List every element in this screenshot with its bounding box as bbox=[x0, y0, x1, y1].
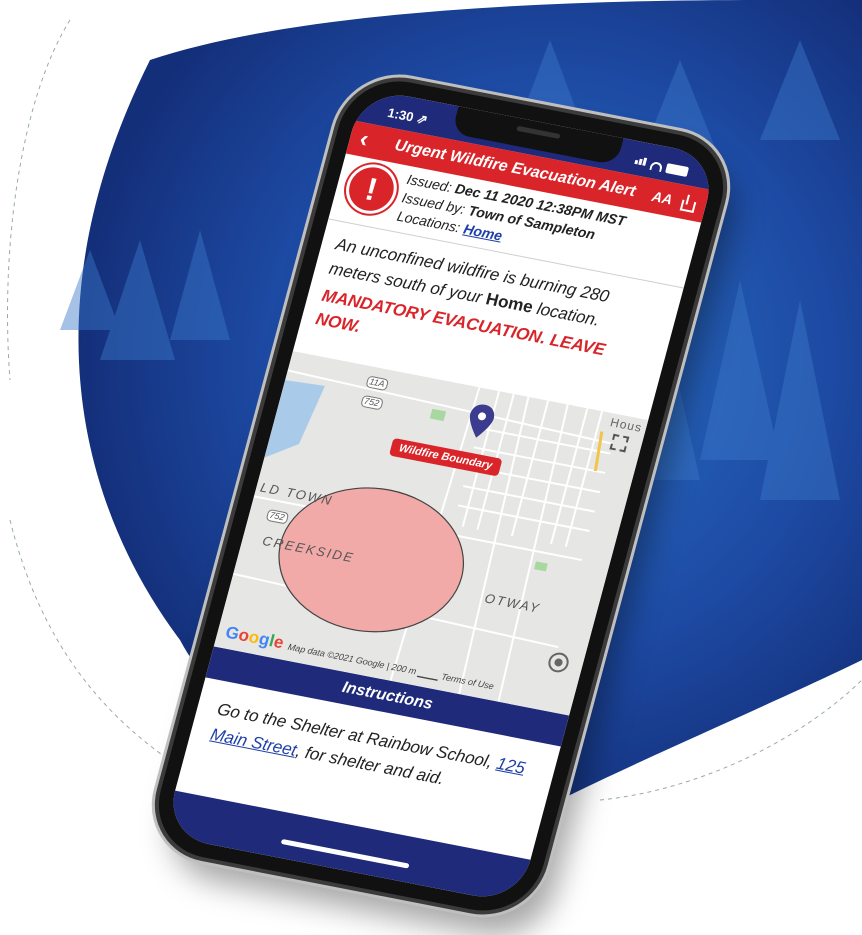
status-icons bbox=[634, 152, 691, 177]
share-icon[interactable] bbox=[678, 193, 698, 212]
text-size-button[interactable]: AA bbox=[650, 188, 674, 207]
status-time: 1:30 ⇗ bbox=[385, 105, 430, 128]
signal-icon bbox=[634, 152, 650, 169]
fullscreen-icon[interactable] bbox=[609, 433, 630, 453]
speaker bbox=[516, 125, 561, 140]
battery-icon bbox=[664, 163, 690, 177]
wifi-icon bbox=[649, 161, 664, 173]
home-indicator[interactable] bbox=[280, 838, 410, 869]
alert-exclamation-icon: ! bbox=[344, 163, 399, 215]
